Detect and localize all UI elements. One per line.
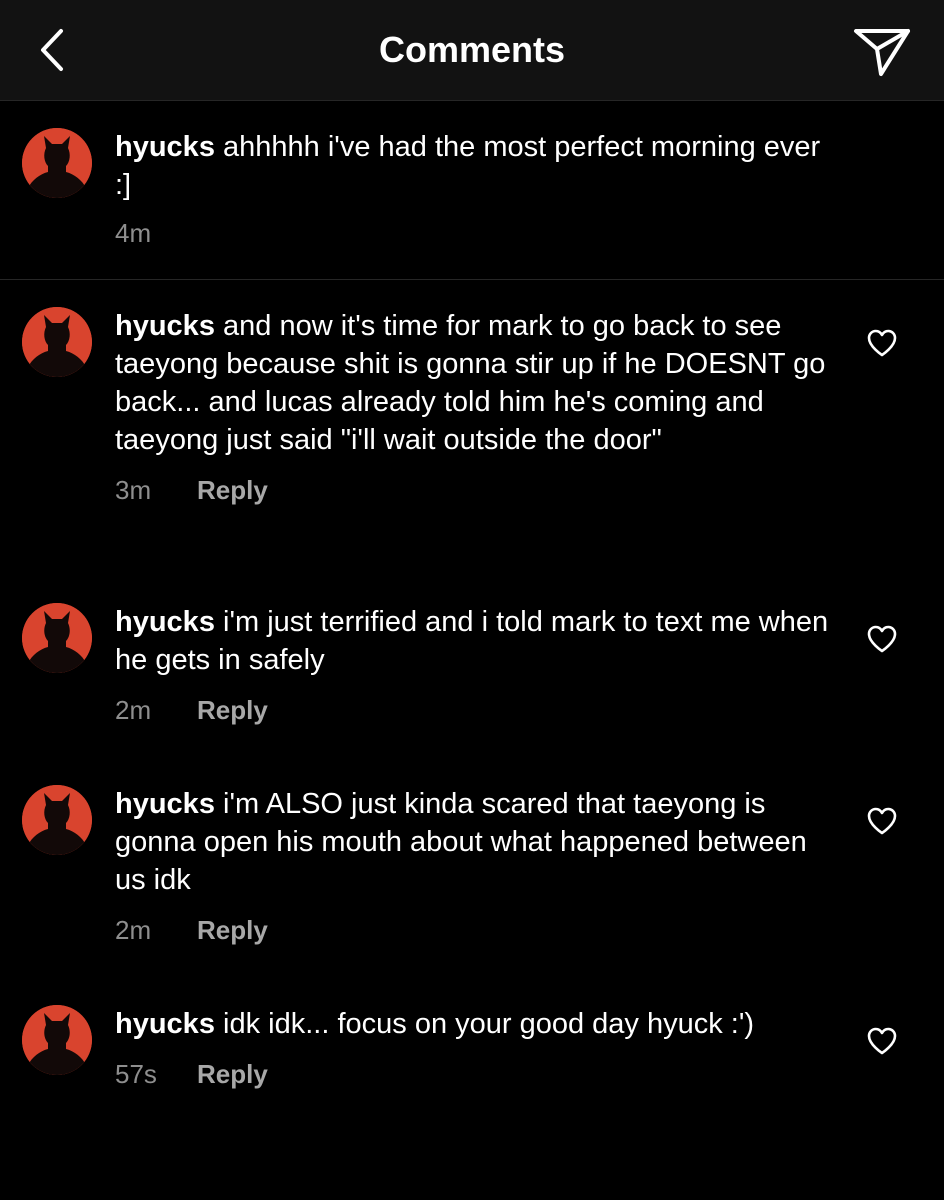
username[interactable]: hyucks <box>115 131 215 163</box>
heart-icon <box>867 625 897 653</box>
comment-body: i'm just terrified and i told mark to te… <box>115 606 829 676</box>
silhouette-icon <box>22 1005 92 1075</box>
heart-icon <box>867 329 897 357</box>
share-button[interactable] <box>850 20 914 84</box>
username[interactable]: hyucks <box>115 1008 215 1040</box>
silhouette-icon <box>22 785 92 855</box>
username[interactable]: hyucks <box>115 310 215 342</box>
silhouette-icon <box>22 603 92 673</box>
heart-icon <box>867 1027 897 1055</box>
timestamp: 3m <box>115 475 152 505</box>
caption-text: hyucks ahhhhh i've had the most perfect … <box>115 128 830 204</box>
header-bar: Comments <box>0 0 944 101</box>
like-button[interactable] <box>862 323 902 363</box>
post-caption: hyucks ahhhhh i've had the most perfect … <box>0 101 944 280</box>
like-button[interactable] <box>862 801 902 841</box>
caption-body: ahhhhh i've had the most perfect morning… <box>115 131 821 201</box>
page-title: Comments <box>378 29 566 70</box>
comment-text: hyucks i'm just terrified and i told mar… <box>115 603 830 679</box>
back-button[interactable] <box>24 20 80 80</box>
reply-button[interactable]: Reply <box>197 475 268 506</box>
timestamp: 57s <box>115 1059 157 1089</box>
comment-text: hyucks i'm ALSO just kinda scared that t… <box>115 785 830 899</box>
like-button[interactable] <box>862 619 902 659</box>
comment-text: hyucks and now it's time for mark to go … <box>115 307 830 459</box>
username[interactable]: hyucks <box>115 606 215 638</box>
paper-plane-icon <box>854 29 910 76</box>
comment-text: hyucks idk idk... focus on your good day… <box>115 1005 830 1043</box>
avatar[interactable] <box>22 128 92 198</box>
chevron-left-icon <box>41 29 63 71</box>
username[interactable]: hyucks <box>115 788 215 820</box>
comment-body: idk idk... focus on your good day hyuck … <box>223 1008 755 1040</box>
avatar[interactable] <box>22 307 92 377</box>
reply-button[interactable]: Reply <box>197 695 268 726</box>
avatar[interactable] <box>22 1005 92 1075</box>
like-button[interactable] <box>862 1021 902 1061</box>
reply-button[interactable]: Reply <box>197 915 268 946</box>
comment-body: and now it's time for mark to go back to… <box>115 310 826 456</box>
avatar[interactable] <box>22 785 92 855</box>
avatar[interactable] <box>22 603 92 673</box>
heart-icon <box>867 807 897 835</box>
timestamp: 2m <box>115 915 152 945</box>
silhouette-icon <box>22 128 92 198</box>
reply-button[interactable]: Reply <box>197 1059 268 1090</box>
silhouette-icon <box>22 307 92 377</box>
comment-body: i'm ALSO just kinda scared that taeyong … <box>115 788 807 896</box>
timestamp: 4m <box>115 218 152 248</box>
timestamp: 2m <box>115 695 152 725</box>
